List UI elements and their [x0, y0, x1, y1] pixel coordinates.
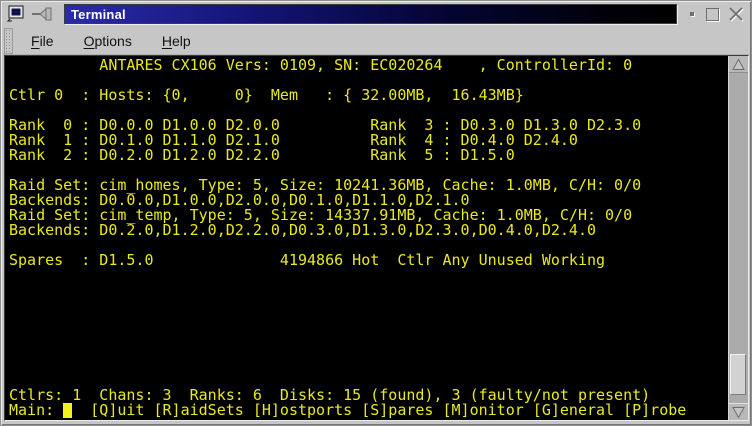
title-field[interactable]: Terminal	[64, 4, 677, 24]
triangle-up-icon	[732, 58, 745, 71]
window-title: Terminal	[65, 7, 126, 22]
window-menu-button[interactable]	[6, 5, 26, 23]
menu-options-mnemonic: O	[84, 33, 95, 49]
x-icon	[727, 6, 745, 22]
pin-button[interactable]	[31, 6, 55, 22]
menu-help-label: elp	[172, 33, 191, 49]
minimize-button[interactable]	[686, 12, 698, 16]
terminal-line	[9, 268, 728, 283]
pushpin-icon	[31, 6, 55, 22]
scrollbar-down-button[interactable]	[729, 403, 748, 420]
terminal-line	[9, 358, 728, 373]
close-button[interactable]	[726, 6, 746, 22]
terminal-line: Spares : D1.5.0 4194866 Hot Ctlr Any Unu…	[9, 253, 728, 268]
terminal-area: ANTARES CX106 Vers: 0109, SN: EC020264 ,…	[4, 55, 749, 421]
terminal-screen[interactable]: ANTARES CX106 Vers: 0109, SN: EC020264 ,…	[5, 56, 728, 420]
terminal-line	[9, 343, 728, 358]
terminal-line: Rank 2 : D0.2.0 D1.2.0 D2.2.0 Rank 5 : D…	[9, 148, 728, 163]
square-icon	[706, 8, 719, 21]
scrollbar-thumb[interactable]	[730, 354, 746, 396]
terminal-line: ANTARES CX106 Vers: 0109, SN: EC020264 ,…	[9, 58, 728, 73]
triangle-down-icon	[732, 406, 745, 419]
terminal-line	[9, 313, 728, 328]
scrollbar-track[interactable]	[730, 73, 746, 403]
menubar-grip-handle[interactable]	[4, 28, 13, 54]
scrollbar-up-button[interactable]	[729, 56, 748, 73]
terminal-monitor-icon	[6, 5, 26, 23]
terminal-line: Main: [Q]uit [R]aidSets [H]ostports [S]p…	[9, 403, 728, 418]
terminal-window: Terminal File Options Help ANTARES CX1	[0, 0, 752, 426]
terminal-cursor	[63, 403, 72, 418]
menu-options-label: ptions	[94, 33, 131, 49]
menubar: File Options Help	[3, 27, 749, 55]
terminal-line	[9, 298, 728, 313]
menu-file-mnemonic: F	[31, 33, 40, 49]
menu-file[interactable]: File	[23, 29, 62, 53]
menu-help-mnemonic: H	[162, 33, 172, 49]
titlebar[interactable]: Terminal	[1, 1, 751, 27]
menu-help[interactable]: Help	[154, 29, 199, 53]
maximize-button[interactable]	[703, 8, 721, 21]
dot-icon	[690, 12, 694, 16]
menu-options[interactable]: Options	[76, 29, 140, 53]
menu-file-label: ile	[40, 33, 54, 49]
scrollbar[interactable]	[728, 56, 748, 420]
terminal-line: Backends: D0.2.0,D1.2.0,D2.2.0,D0.3.0,D1…	[9, 223, 728, 238]
terminal-line: Ctlr 0 : Hosts: {0, 0} Mem : { 32.00MB, …	[9, 88, 728, 103]
terminal-line	[9, 283, 728, 298]
terminal-line	[9, 328, 728, 343]
